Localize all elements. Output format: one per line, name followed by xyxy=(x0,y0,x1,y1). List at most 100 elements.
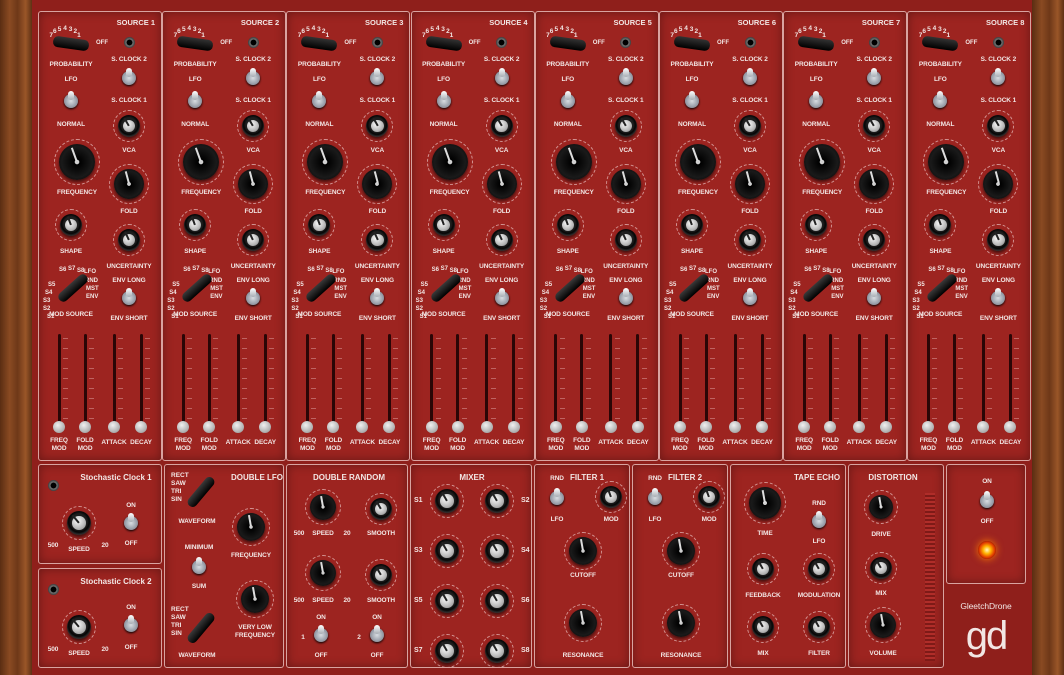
clock2-jack[interactable] xyxy=(47,583,59,595)
attack-fader[interactable] xyxy=(232,421,245,433)
fold-mod-fader[interactable] xyxy=(203,421,216,433)
sclock2-toggle[interactable] xyxy=(122,68,136,85)
sclock2-jack[interactable] xyxy=(868,36,880,48)
lfo-normal-toggle[interactable] xyxy=(560,91,575,108)
mod-source-selector[interactable] xyxy=(428,272,463,304)
decay-fader[interactable] xyxy=(259,421,272,433)
attack-fader[interactable] xyxy=(480,421,493,433)
sclock2-jack[interactable] xyxy=(123,36,135,48)
probability-selector[interactable] xyxy=(176,35,214,52)
decay-fader[interactable] xyxy=(756,421,768,433)
mod-source-selector[interactable] xyxy=(801,272,835,304)
fold-mod-fader[interactable] xyxy=(575,421,588,433)
fader-scale-mark xyxy=(808,408,814,409)
sclock2-jack[interactable] xyxy=(992,36,1004,48)
probability-selector[interactable] xyxy=(673,35,711,52)
freq-mod-fader[interactable] xyxy=(674,421,686,433)
freq-mod-fader[interactable] xyxy=(425,421,438,433)
probability-selector[interactable] xyxy=(797,35,835,52)
power-toggle[interactable] xyxy=(980,491,994,508)
probability-selector[interactable] xyxy=(300,35,338,52)
probability-selector[interactable] xyxy=(549,35,587,52)
probability-selector[interactable] xyxy=(921,35,959,52)
sclock2-toggle[interactable] xyxy=(867,68,882,85)
sclock2-toggle[interactable] xyxy=(743,68,757,85)
clock1-power-toggle[interactable] xyxy=(124,513,138,530)
mod-source-selector[interactable] xyxy=(56,272,90,304)
lfo-normal-toggle[interactable] xyxy=(933,91,948,108)
env-toggle[interactable] xyxy=(122,288,136,305)
filter2-rnd-lfo-toggle[interactable] xyxy=(648,488,662,505)
lfo-waveform-selector-2[interactable] xyxy=(185,610,217,646)
decay-fader[interactable] xyxy=(383,421,396,433)
mod-source-selector[interactable] xyxy=(304,272,339,304)
filter1-rnd-lfo-toggle[interactable] xyxy=(550,488,564,505)
env-toggle[interactable] xyxy=(494,288,509,305)
decay-fader[interactable] xyxy=(880,421,893,433)
attack-fader[interactable] xyxy=(729,421,741,433)
lfo-normal-toggle[interactable] xyxy=(64,91,78,108)
freq-mod-fader[interactable] xyxy=(177,421,190,433)
mod-source-selector[interactable] xyxy=(180,272,214,304)
fold-mod-fader[interactable] xyxy=(700,421,712,433)
lfo-normal-toggle[interactable] xyxy=(436,91,451,108)
env-toggle[interactable] xyxy=(743,288,757,305)
echo-rnd-lfo-toggle[interactable] xyxy=(812,511,826,528)
fader-scale-mark xyxy=(958,408,964,409)
decay-fader[interactable] xyxy=(631,421,644,433)
sclock2-toggle[interactable] xyxy=(618,68,633,85)
mod-source-selector[interactable] xyxy=(677,272,711,304)
attack-fader[interactable] xyxy=(977,421,990,433)
probability-selector[interactable] xyxy=(52,35,90,52)
freq-mod-fader[interactable] xyxy=(922,421,935,433)
mod-source-selector[interactable] xyxy=(925,272,960,304)
sclock2-toggle[interactable] xyxy=(494,68,509,85)
lfo-normal-toggle[interactable] xyxy=(188,91,203,108)
random2-power-toggle[interactable] xyxy=(370,625,384,642)
env-toggle[interactable] xyxy=(246,288,261,305)
fader-scale-mark xyxy=(63,408,68,409)
probability-step-label: 4 xyxy=(187,25,191,32)
random1-power-toggle[interactable] xyxy=(314,625,328,642)
fold-mod-fader[interactable] xyxy=(327,421,340,433)
attack-fader[interactable] xyxy=(356,421,369,433)
env-toggle[interactable] xyxy=(618,288,633,305)
sclock2-toggle[interactable] xyxy=(991,68,1006,85)
sclock2-jack[interactable] xyxy=(247,36,259,48)
fold-mod-fader[interactable] xyxy=(79,421,91,433)
sclock2-jack[interactable] xyxy=(496,36,508,48)
attack-fader[interactable] xyxy=(604,421,617,433)
freq-mod-fader[interactable] xyxy=(301,421,314,433)
decay-fader[interactable] xyxy=(135,421,147,433)
clock1-jack[interactable] xyxy=(47,479,59,491)
freq-mod-fader[interactable] xyxy=(798,421,811,433)
lfo-normal-toggle[interactable] xyxy=(809,91,824,108)
fold-mod-fader[interactable] xyxy=(451,421,464,433)
env-toggle[interactable] xyxy=(991,288,1006,305)
sclock2-jack[interactable] xyxy=(620,36,632,48)
freq-mod-fader[interactable] xyxy=(549,421,562,433)
sclock2-jack[interactable] xyxy=(744,36,756,48)
env-toggle[interactable] xyxy=(370,288,385,305)
fold-mod-fader[interactable] xyxy=(948,421,961,433)
lfo-waveform-selector-1[interactable] xyxy=(185,474,217,510)
decay-fader[interactable] xyxy=(1004,421,1017,433)
lfo-normal-toggle[interactable] xyxy=(685,91,699,108)
dist-drive-label: DRIVE xyxy=(871,531,891,538)
lfo-wave-label: TRI xyxy=(171,488,182,495)
decay-fader[interactable] xyxy=(507,421,520,433)
freq-mod-fader[interactable] xyxy=(53,421,65,433)
clock2-power-toggle[interactable] xyxy=(124,615,138,632)
env-toggle[interactable] xyxy=(867,288,882,305)
env-long-label: ENV LONG xyxy=(981,277,1015,284)
sclock2-toggle[interactable] xyxy=(246,68,261,85)
mod-source-selector[interactable] xyxy=(553,272,587,304)
attack-fader[interactable] xyxy=(108,421,120,433)
sclock2-toggle[interactable] xyxy=(370,68,385,85)
sclock2-jack[interactable] xyxy=(371,36,383,48)
probability-selector[interactable] xyxy=(425,35,463,52)
lfo-normal-toggle[interactable] xyxy=(312,91,327,108)
lfo-min-sum-toggle[interactable] xyxy=(192,557,206,574)
attack-fader[interactable] xyxy=(853,421,866,433)
fold-mod-fader[interactable] xyxy=(824,421,837,433)
